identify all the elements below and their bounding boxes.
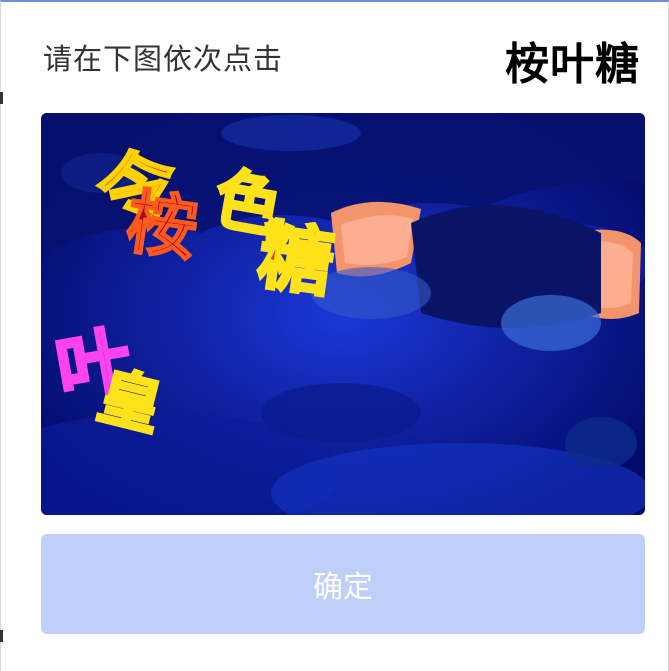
captcha-image[interactable]: 令 桉 色 糖 叶 皇: [41, 113, 645, 515]
left-edge-marker: [0, 630, 3, 642]
confirm-button[interactable]: 确定: [41, 534, 645, 634]
captcha-char-tang[interactable]: 糖: [252, 211, 340, 309]
captcha-instruction: 请在下图依次点击: [43, 42, 284, 76]
left-edge-marker: [0, 92, 3, 104]
captcha-dialog: 请在下图依次点击 桉叶糖 令 桉 色 糖 叶 皇 确定: [0, 0, 669, 671]
captcha-target-characters: 桉叶糖: [505, 39, 640, 90]
captcha-char-an[interactable]: 桉: [121, 180, 204, 273]
